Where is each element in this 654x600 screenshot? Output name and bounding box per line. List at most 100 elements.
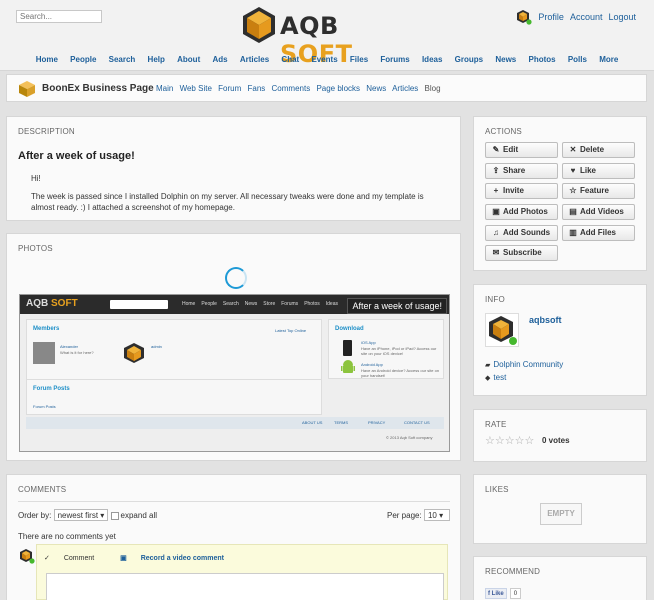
- subnav-main[interactable]: Main: [156, 84, 173, 93]
- nav-help[interactable]: Help: [148, 55, 165, 64]
- add-sounds-button[interactable]: ♫ Add Sounds: [485, 225, 558, 241]
- subnav-news[interactable]: News: [366, 84, 386, 93]
- likes-box-title: LIKES: [485, 485, 509, 494]
- delete-button[interactable]: ✕ Delete: [562, 142, 635, 158]
- actions-box: ACTIONS ✎ Edit ✕ Delete ⇪ Share ♥ Like + Invi…: [473, 116, 647, 271]
- votes-count: 0 votes: [542, 436, 570, 445]
- tab-record-video[interactable]: ▣ Record a video comment: [120, 555, 236, 562]
- page-subheader: BoonEx Business Page Main Web Site Forum…: [6, 74, 647, 102]
- comments-divider: [18, 501, 450, 502]
- account-link[interactable]: Account: [570, 12, 603, 22]
- nav-about[interactable]: About: [177, 55, 200, 64]
- star-icon[interactable]: ☆: [515, 435, 525, 447]
- envelope-icon: ✉: [492, 248, 500, 257]
- subnav-forum[interactable]: Forum: [218, 84, 241, 93]
- subnav-page-blocks[interactable]: Page blocks: [316, 84, 360, 93]
- author-avatar[interactable]: [485, 313, 519, 347]
- category-link[interactable]: Dolphin Community: [493, 360, 563, 369]
- shot-admin-avatar-icon: [124, 343, 144, 363]
- star-icon[interactable]: ☆: [495, 435, 505, 447]
- subnav-web-site[interactable]: Web Site: [180, 84, 212, 93]
- comment-textarea[interactable]: [46, 573, 444, 600]
- star-icon[interactable]: ☆: [485, 435, 495, 447]
- subnav-articles[interactable]: Articles: [392, 84, 418, 93]
- nav-forums[interactable]: Forums: [380, 55, 409, 64]
- nav-search[interactable]: Search: [109, 55, 136, 64]
- share-button[interactable]: ⇪ Share: [485, 163, 558, 179]
- subnav-comments[interactable]: Comments: [272, 84, 311, 93]
- post-greeting: Hi!: [31, 174, 41, 183]
- user-avatar[interactable]: [516, 9, 533, 25]
- folder-icon: ▰: [485, 362, 491, 369]
- shot-copyright: © 2013 Aqb Soft company: [386, 435, 433, 440]
- like-button[interactable]: ♥ Like: [562, 163, 635, 179]
- star-icon[interactable]: ☆: [525, 435, 535, 447]
- site-logo[interactable]: AQB SOFT: [242, 6, 412, 68]
- nav-files[interactable]: Files: [350, 55, 368, 64]
- star-icon[interactable]: ☆: [505, 435, 515, 447]
- shot-member-photo: [33, 342, 55, 364]
- like-icon: ♥: [570, 166, 576, 175]
- shot-android-icon: [341, 360, 355, 373]
- comments-sort-row: Order by: newest first ▾ expand all: [18, 509, 157, 521]
- site-header: AQB SOFT Profile Account Logout Home Peo…: [0, 0, 654, 71]
- page-cube-icon: [19, 81, 35, 97]
- subnav-blog[interactable]: Blog: [425, 84, 441, 93]
- loading-spinner-icon: [225, 267, 247, 289]
- post-body: Hi! The week is passed since I installed…: [31, 173, 431, 220]
- logout-link[interactable]: Logout: [608, 12, 636, 22]
- nav-events[interactable]: Events: [311, 55, 337, 64]
- per-page-row: Per page: 10 ▾: [387, 509, 450, 521]
- search-input[interactable]: [16, 10, 102, 23]
- nav-polls[interactable]: Polls: [568, 55, 587, 64]
- nav-chat[interactable]: Chat: [281, 55, 299, 64]
- pencil-icon: ✓: [44, 555, 50, 562]
- add-photos-button[interactable]: ▣ Add Photos: [485, 204, 558, 220]
- per-page-label: Per page:: [387, 511, 422, 520]
- rate-box-title: RATE: [485, 420, 507, 429]
- rate-box: RATE ☆☆☆☆☆ 0 votes: [473, 409, 647, 462]
- shot-phone-icon: [343, 340, 352, 356]
- tag-link[interactable]: test: [493, 373, 506, 382]
- add-files-button[interactable]: ▥ Add Files: [562, 225, 635, 241]
- nav-more[interactable]: More: [599, 55, 618, 64]
- tab-comment[interactable]: ✓ Comment: [44, 555, 106, 562]
- subnav-fans[interactable]: Fans: [247, 84, 265, 93]
- shot-members-tabs: Latest Top Online: [275, 328, 307, 333]
- profile-link[interactable]: Profile: [538, 12, 564, 22]
- invite-button[interactable]: + Invite: [485, 183, 558, 199]
- plus-icon: +: [493, 186, 499, 195]
- rating-stars[interactable]: ☆☆☆☆☆: [485, 434, 534, 447]
- photo-screenshot[interactable]: AQB SOFT Home People Search News Store Forums…: [19, 294, 450, 452]
- shot-logo: AQB SOFT: [26, 298, 78, 309]
- per-page-select[interactable]: 10 ▾: [423, 509, 450, 521]
- edit-button[interactable]: ✎ Edit: [485, 142, 558, 158]
- nav-news[interactable]: News: [495, 55, 516, 64]
- nav-ads[interactable]: Ads: [212, 55, 227, 64]
- expand-all-checkbox[interactable]: [110, 511, 119, 520]
- actions-box-title: ACTIONS: [485, 127, 522, 136]
- main-nav: Home People Search Help About Ads Articl…: [0, 55, 654, 64]
- recommend-box: RECOMMEND f Like 0: [473, 556, 647, 600]
- comment-editor-tabs: ✓ Comment ▣ Record a video comment: [44, 554, 248, 562]
- commenter-avatar-icon: [20, 549, 35, 564]
- order-by-select[interactable]: newest first ▾: [53, 509, 109, 521]
- shot-download-panel: Download iOS App Have an iPhone, iPod or…: [328, 319, 444, 379]
- description-box: DESCRIPTION After a week of usage! Hi! T…: [6, 116, 461, 221]
- author-name-link[interactable]: aqbsoft: [529, 315, 562, 325]
- nav-photos[interactable]: Photos: [528, 55, 555, 64]
- nav-people[interactable]: People: [70, 55, 96, 64]
- video-icon: ▣: [120, 555, 127, 562]
- nav-groups[interactable]: Groups: [455, 55, 483, 64]
- subscribe-button[interactable]: ✉ Subscribe: [485, 245, 558, 261]
- add-videos-button[interactable]: ▤ Add Videos: [562, 204, 635, 220]
- nav-ideas[interactable]: Ideas: [422, 55, 442, 64]
- description-box-title: DESCRIPTION: [18, 127, 75, 136]
- feature-button[interactable]: ☆ Feature: [562, 183, 635, 199]
- likes-box: LIKES EMPTY: [473, 474, 647, 544]
- page-title: BoonEx Business Page: [42, 83, 154, 94]
- post-text: The week is passed since I installed Dol…: [31, 192, 424, 212]
- nav-articles[interactable]: Articles: [240, 55, 269, 64]
- nav-home[interactable]: Home: [36, 55, 58, 64]
- facebook-like-button[interactable]: f Like: [485, 588, 507, 599]
